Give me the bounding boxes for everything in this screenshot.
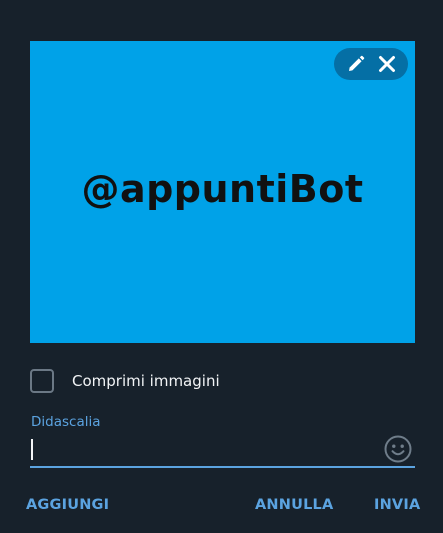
- compress-images-label: Comprimi immagini: [72, 372, 220, 390]
- cancel-button[interactable]: ANNULLA: [255, 497, 333, 513]
- compress-images-checkbox[interactable]: [30, 369, 54, 393]
- image-preview-text: @appuntiBot: [81, 167, 364, 211]
- compress-images-option[interactable]: Comprimi immagini: [30, 367, 220, 395]
- add-button[interactable]: AGGIUNGI: [26, 497, 109, 513]
- edit-image-button[interactable]: [343, 51, 369, 77]
- send-button[interactable]: INVIA: [374, 497, 420, 513]
- image-tools: [334, 48, 408, 80]
- remove-image-button[interactable]: [374, 51, 400, 77]
- smile-icon: [384, 435, 412, 463]
- caption-label: Didascalia: [31, 414, 101, 430]
- pencil-icon: [348, 55, 364, 71]
- send-image-dialog: @appuntiBot Comprimi immagini Didascalia: [0, 0, 443, 533]
- image-preview: @appuntiBot: [30, 41, 415, 343]
- text-cursor: [31, 439, 33, 460]
- caption-input[interactable]: [30, 436, 374, 464]
- emoji-button[interactable]: [383, 434, 413, 464]
- caption-field: [30, 432, 415, 468]
- close-icon: [378, 56, 395, 72]
